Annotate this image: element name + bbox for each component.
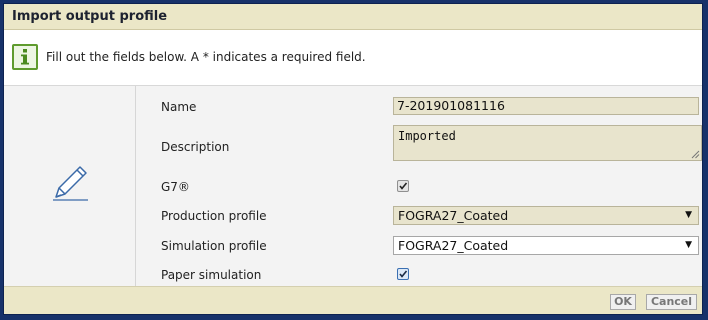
description-value: Imported (398, 129, 456, 143)
simulation-profile-select[interactable]: FOGRA27_Coated ▼ (393, 236, 699, 255)
name-field[interactable]: 7-201901081116 (393, 97, 699, 115)
cancel-button[interactable]: Cancel (646, 294, 697, 310)
form-area: Name 7-201901081116 Description Imported… (4, 86, 702, 286)
description-label: Description (161, 140, 230, 154)
description-field[interactable]: Imported (393, 125, 702, 161)
g7-checkbox[interactable] (397, 180, 409, 192)
dialog-footer: OK Cancel (4, 286, 702, 314)
simulation-profile-label: Simulation profile (161, 239, 267, 253)
checkmark-icon (399, 270, 408, 278)
resize-grip-icon[interactable] (691, 150, 700, 159)
paper-simulation-label: Paper simulation (161, 268, 262, 282)
production-profile-value: FOGRA27_Coated (398, 208, 509, 223)
checkmark-icon (399, 182, 408, 190)
name-label: Name (161, 100, 197, 114)
paper-simulation-checkbox[interactable] (397, 268, 409, 280)
simulation-profile-value: FOGRA27_Coated (398, 238, 509, 253)
form-icon-pane (4, 86, 136, 286)
production-profile-select[interactable]: FOGRA27_Coated ▼ (393, 206, 699, 225)
info-bar: Fill out the fields below. A * indicates… (4, 31, 702, 86)
pencil-icon (53, 166, 88, 201)
dropdown-arrow-icon: ▼ (685, 210, 692, 220)
production-profile-label: Production profile (161, 209, 267, 223)
info-message: Fill out the fields below. A * indicates… (46, 50, 366, 64)
dialog-titlebar: Import output profile (4, 4, 702, 30)
dropdown-arrow-icon: ▼ (685, 240, 692, 250)
info-icon (12, 44, 38, 70)
g7-label: G7® (161, 180, 190, 194)
import-output-profile-dialog: Import output profile Fill out the field… (3, 3, 703, 315)
ok-button[interactable]: OK (610, 294, 636, 310)
dialog-title: Import output profile (12, 9, 168, 24)
